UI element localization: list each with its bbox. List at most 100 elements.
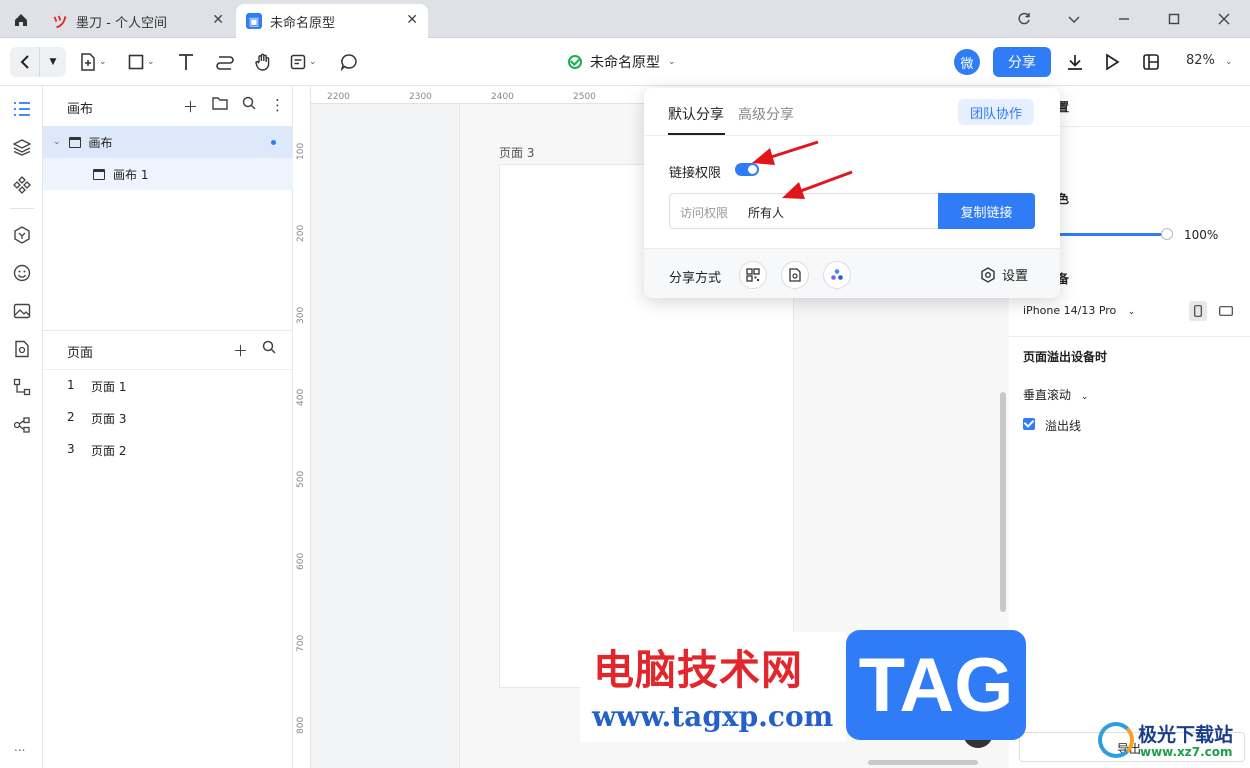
back-icon[interactable]: [10, 47, 40, 77]
import-file-icon[interactable]: [11, 338, 33, 360]
scroll-mode-dropdown[interactable]: 垂直滚动 ⌄: [1023, 386, 1088, 403]
opacity-slider-handle[interactable]: [1161, 228, 1173, 240]
page-item[interactable]: 3 页面 2: [67, 442, 126, 459]
page-item[interactable]: 2 页面 3: [67, 410, 126, 427]
share-button[interactable]: 分享: [993, 47, 1051, 77]
search-icon[interactable]: [262, 340, 276, 361]
note-tool[interactable]: ⌄: [290, 48, 317, 76]
tab-title: 未命名原型: [270, 15, 336, 31]
add-page-tool[interactable]: ⌄: [80, 48, 107, 76]
download-button[interactable]: [1066, 48, 1084, 76]
share-settings-button[interactable]: 设置: [980, 265, 1028, 284]
ruler-tick-label: 2400: [491, 92, 514, 102]
note-icon: [290, 54, 306, 70]
refresh-icon[interactable]: [1012, 8, 1036, 30]
frame-icon: [93, 168, 105, 180]
browser-tab-modao-space[interactable]: ツ 墨刀 - 个人空间 ✕: [42, 4, 234, 38]
components-icon[interactable]: [11, 174, 33, 196]
share-nodes-icon[interactable]: [11, 414, 33, 436]
hexagon-widget-icon[interactable]: [11, 224, 33, 246]
opacity-value[interactable]: 100%: [1184, 228, 1218, 242]
watermark-jiguang-logo: 极光下载站 www.xz7.com: [1092, 718, 1242, 764]
document-title[interactable]: 未命名原型 ⌄: [568, 52, 676, 72]
panel-divider: [43, 330, 293, 331]
ruler-tick-label: 200: [296, 224, 306, 242]
image-icon[interactable]: [11, 300, 33, 322]
panel-divider: [1009, 336, 1250, 337]
tab-advanced-share[interactable]: 高级分享: [738, 104, 794, 124]
landscape-icon: [1219, 306, 1233, 316]
copy-link-button[interactable]: 复制链接: [938, 193, 1035, 229]
minimize-icon[interactable]: [1112, 8, 1136, 30]
text-tool[interactable]: [178, 48, 194, 76]
search-icon[interactable]: [242, 96, 256, 117]
layer-item-canvas-1[interactable]: 画布 1: [43, 158, 293, 190]
layer-label: 画布 1: [113, 167, 149, 182]
landscape-orientation-button[interactable]: [1217, 304, 1235, 318]
left-icon-rail: ...: [0, 86, 43, 768]
home-icon[interactable]: [8, 8, 34, 32]
folder-icon[interactable]: [212, 96, 228, 117]
more-icon[interactable]: ...: [14, 740, 25, 754]
back-menu-caret-icon[interactable]: ▼: [40, 47, 66, 77]
link-permission-toggle[interactable]: [735, 163, 759, 176]
panel-divider: [43, 369, 293, 370]
chevron-down-icon[interactable]: [1062, 8, 1086, 30]
document-title-text: 未命名原型: [590, 55, 660, 71]
flow-icon[interactable]: [11, 376, 33, 398]
watermark-jiguang-url: www.xz7.com: [1140, 745, 1233, 759]
file-share-button[interactable]: [781, 261, 809, 289]
more-vertical-icon[interactable]: ⋮: [270, 96, 285, 117]
layout-toggle-button[interactable]: [1142, 48, 1160, 76]
overflow-line-checkbox[interactable]: [1023, 418, 1035, 430]
access-permission-field[interactable]: 访问权限 所有人 复制链接: [669, 193, 1035, 229]
close-tab-icon[interactable]: ✕: [406, 12, 418, 28]
app-dots-icon: [831, 269, 843, 280]
ruler-tick-label: 500: [296, 470, 306, 488]
emoji-icon[interactable]: [11, 262, 33, 284]
device-dropdown[interactable]: iPhone 14/13 Pro ⌄: [1023, 304, 1135, 317]
artboard-label[interactable]: 页面 3: [499, 144, 534, 161]
hand-tool[interactable]: [254, 48, 272, 76]
stack-icon[interactable]: [11, 136, 33, 158]
hand-icon: [255, 53, 270, 71]
watermark-site-name: 电脑技术网: [593, 646, 803, 694]
page-number: 3: [67, 442, 75, 456]
tab-default-share[interactable]: 默认分享: [668, 104, 724, 124]
close-tab-icon[interactable]: ✕: [212, 12, 224, 28]
browser-tab-prototype[interactable]: ▣ 未命名原型 ✕: [236, 4, 428, 38]
back-button-group[interactable]: ▼: [10, 47, 66, 77]
connector-tool[interactable]: [216, 48, 234, 76]
add-icon[interactable]: ＋: [183, 96, 198, 117]
portrait-orientation-button[interactable]: [1189, 301, 1207, 321]
zoom-level-dropdown[interactable]: 82% ⌄: [1186, 53, 1233, 68]
settings-icon: [981, 266, 995, 283]
chevron-down-icon[interactable]: ⌄: [53, 137, 61, 147]
vertical-scrollbar[interactable]: [1000, 392, 1006, 612]
access-permission-value[interactable]: 所有人: [748, 204, 784, 221]
qr-code-share-button[interactable]: [739, 261, 767, 289]
active-dot: [271, 140, 276, 145]
wechat-avatar-button[interactable]: 微: [954, 49, 980, 75]
prototype-app-icon: ▣: [246, 13, 262, 29]
qr-code-icon: [746, 268, 760, 282]
app-share-button[interactable]: [823, 261, 851, 289]
device-value: iPhone 14/13 Pro: [1023, 304, 1117, 317]
preview-button[interactable]: [1104, 48, 1120, 76]
shape-tool[interactable]: ⌄: [128, 48, 155, 76]
access-permission-label: 访问权限: [680, 206, 729, 220]
layers-list-icon[interactable]: [11, 98, 33, 120]
close-window-icon[interactable]: [1212, 8, 1236, 30]
chevron-down-icon: ⌄: [1080, 392, 1089, 402]
maximize-icon[interactable]: [1162, 8, 1186, 30]
layer-item-canvas[interactable]: ⌄ 画布: [43, 126, 293, 158]
page-item[interactable]: 1 页面 1: [67, 378, 126, 395]
horizontal-scrollbar[interactable]: [868, 760, 978, 765]
scroll-mode-value: 垂直滚动: [1023, 388, 1072, 402]
share-popover: 默认分享 高级分享 团队协作 链接权限 访问权限 所有人 复制链接 分享方式 设…: [644, 88, 1060, 298]
add-page-icon[interactable]: ＋: [233, 340, 248, 361]
ruler-tick-label: 800: [296, 716, 306, 734]
team-collaboration-button[interactable]: 团队协作: [958, 99, 1034, 125]
comment-tool[interactable]: [340, 48, 358, 76]
editor-toolbar: ▼ ⌄ ⌄ ⌄ 未命名原型 ⌄ 微 分享 82% ⌄: [0, 38, 1250, 86]
